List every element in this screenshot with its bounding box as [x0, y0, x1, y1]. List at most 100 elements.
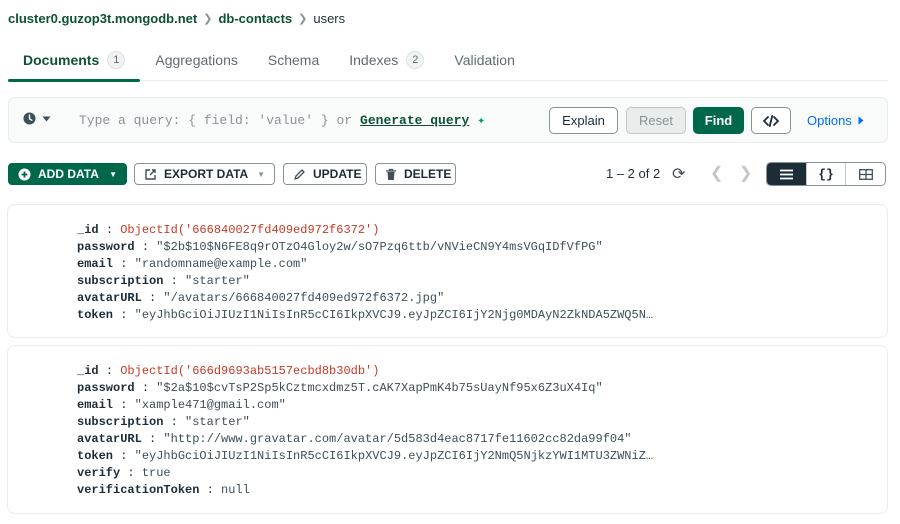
- export-data-button[interactable]: EXPORT DATA ▼: [134, 163, 275, 185]
- breadcrumb-database[interactable]: db-contacts: [218, 11, 292, 26]
- document-field: verify : true: [77, 466, 171, 480]
- document-field: email : "xample471@gmail.com": [77, 398, 286, 412]
- query-input[interactable]: Type a query: { field: 'value' } or Gene…: [79, 113, 485, 128]
- document-field: subscription : "starter": [77, 274, 250, 288]
- export-icon: [144, 168, 157, 181]
- clock-icon: [23, 112, 36, 125]
- field-key: verificationToken: [77, 483, 200, 497]
- chevron-left-icon[interactable]: ❮: [710, 163, 723, 183]
- breadcrumb-cluster[interactable]: cluster0.guzop3t.mongodb.net: [8, 11, 197, 26]
- document-field: token : "eyJhbGciOiJIUzI1NiIsInR5cCI6Ikp…: [77, 449, 654, 463]
- code-view-button[interactable]: [751, 107, 791, 134]
- document-field: _id : ObjectId('666840027fd409ed972f6372…: [77, 223, 380, 237]
- code-icon: [763, 114, 779, 127]
- chevron-right-icon: ❯: [298, 13, 308, 25]
- tab-count-badge: 1: [107, 51, 126, 69]
- plus-circle-icon: [18, 168, 31, 181]
- document-field: _id : ObjectId('666d9693ab5157ecbd8b30db…: [77, 364, 380, 378]
- field-value[interactable]: "/avatars/666840027fd409ed972f6372.jpg": [163, 291, 444, 305]
- field-value[interactable]: "http://www.gravatar.com/avatar/5d583d4e…: [163, 432, 631, 446]
- field-value[interactable]: "$2b$10$N6FE8q9rOTzO4Gloy2w/sO7Pzq6ttb/v…: [156, 240, 602, 254]
- collection-tabs: Documents 1 Aggregations Schema Indexes …: [8, 44, 888, 82]
- breadcrumb-collection: users: [313, 11, 346, 26]
- document-fields: _id : ObjectId('666d9693ab5157ecbd8b30db…: [77, 363, 653, 499]
- field-key: avatarURL: [77, 432, 142, 446]
- field-key: password: [77, 381, 135, 395]
- caret-down-icon: ▼: [257, 169, 265, 179]
- reset-button[interactable]: Reset: [626, 107, 686, 134]
- field-key: password: [77, 240, 135, 254]
- sparkle-icon: ✦: [477, 113, 486, 128]
- query-placeholder: Type a query: { field: 'value' } or: [79, 113, 353, 128]
- view-switcher: {}: [766, 162, 886, 186]
- delete-button[interactable]: DELETE: [375, 163, 456, 185]
- document-field: password : "$2a$10$cvTsP2Sp5kCztmcxdmz5T…: [77, 381, 603, 395]
- update-label: UPDATE: [313, 167, 362, 181]
- query-history-button[interactable]: [23, 112, 51, 125]
- field-value[interactable]: "starter": [185, 415, 250, 429]
- field-value[interactable]: "eyJhbGciOiJIUzI1NiIsInR5cCI6IkpXVCJ9.ey…: [135, 449, 653, 463]
- documents-toolbar: ADD DATA ▼ EXPORT DATA ▼ UPDATE DELETE 1…: [8, 162, 888, 186]
- curly-braces-icon: {}: [818, 166, 834, 182]
- chevron-right-icon: ❯: [203, 13, 213, 25]
- field-value[interactable]: ObjectId('666840027fd409ed972f6372'): [120, 223, 379, 237]
- export-data-label: EXPORT DATA: [164, 167, 249, 181]
- tab-count-badge: 2: [406, 51, 425, 69]
- options-toggle[interactable]: Options: [807, 113, 864, 128]
- field-value[interactable]: true: [142, 466, 171, 480]
- document-field: avatarURL : "http://www.gravatar.com/ava…: [77, 432, 632, 446]
- tab-label: Schema: [267, 52, 320, 68]
- find-button[interactable]: Find: [693, 107, 744, 134]
- add-data-button[interactable]: ADD DATA ▼: [8, 163, 127, 185]
- list-icon: [779, 169, 793, 180]
- tab-label: Indexes: [349, 52, 399, 68]
- generate-query-link[interactable]: Generate query: [360, 113, 469, 128]
- breadcrumb: cluster0.guzop3t.mongodb.net ❯ db-contac…: [8, 11, 345, 26]
- tab-label: Aggregations: [155, 52, 238, 68]
- pagination-summary: 1 – 2 of 2: [606, 166, 661, 181]
- json-view-button[interactable]: {}: [805, 163, 846, 185]
- refresh-icon[interactable]: ⟳: [672, 164, 685, 184]
- document-field: verificationToken : null: [77, 483, 250, 497]
- field-key: email: [77, 257, 114, 271]
- query-bar: Type a query: { field: 'value' } or Gene…: [8, 97, 888, 143]
- field-key: _id: [77, 364, 99, 378]
- field-value[interactable]: "eyJhbGciOiJIUzI1NiIsInR5cCI6IkpXVCJ9.ey…: [135, 308, 653, 322]
- field-value[interactable]: "starter": [185, 274, 250, 288]
- document-card[interactable]: _id : ObjectId('666840027fd409ed972f6372…: [7, 204, 888, 338]
- document-field: subscription : "starter": [77, 415, 250, 429]
- update-button[interactable]: UPDATE: [283, 163, 367, 185]
- list-view-button[interactable]: [767, 163, 806, 185]
- tab-documents[interactable]: Documents 1: [8, 44, 141, 82]
- caret-down-icon: [42, 116, 51, 122]
- document-field: avatarURL : "/avatars/666840027fd409ed97…: [77, 291, 445, 305]
- tab-label: Documents: [23, 52, 100, 68]
- field-key: avatarURL: [77, 291, 142, 305]
- options-label: Options: [807, 113, 852, 128]
- document-card[interactable]: _id : ObjectId('666d9693ab5157ecbd8b30db…: [7, 345, 888, 514]
- table-icon: [858, 168, 873, 180]
- caret-right-icon: [858, 116, 864, 125]
- field-key: subscription: [77, 415, 164, 429]
- add-data-label: ADD DATA: [38, 167, 99, 181]
- field-value[interactable]: "randomname@example.com": [135, 257, 308, 271]
- document-field: token : "eyJhbGciOiJIUzI1NiIsInR5cCI6Ikp…: [77, 308, 654, 322]
- field-value[interactable]: ObjectId('666d9693ab5157ecbd8b30db'): [120, 364, 379, 378]
- tab-aggregations[interactable]: Aggregations: [140, 44, 253, 81]
- tab-validation[interactable]: Validation: [439, 44, 529, 81]
- explain-button[interactable]: Explain: [549, 107, 618, 134]
- document-fields: _id : ObjectId('666840027fd409ed972f6372…: [77, 222, 653, 324]
- chevron-right-icon[interactable]: ❯: [739, 163, 752, 183]
- field-value[interactable]: "xample471@gmail.com": [135, 398, 286, 412]
- table-view-button[interactable]: [845, 163, 885, 185]
- field-key: token: [77, 308, 114, 322]
- pencil-icon: [293, 168, 306, 181]
- field-value[interactable]: null: [221, 483, 250, 497]
- tab-schema[interactable]: Schema: [253, 44, 334, 81]
- field-value[interactable]: "$2a$10$cvTsP2Sp5kCztmcxdmz5T.cAK7XapPmK…: [156, 381, 602, 395]
- trash-icon: [385, 168, 397, 181]
- tab-indexes[interactable]: Indexes 2: [334, 44, 439, 81]
- field-key: _id: [77, 223, 99, 237]
- field-key: subscription: [77, 274, 164, 288]
- field-key: verify: [77, 466, 121, 480]
